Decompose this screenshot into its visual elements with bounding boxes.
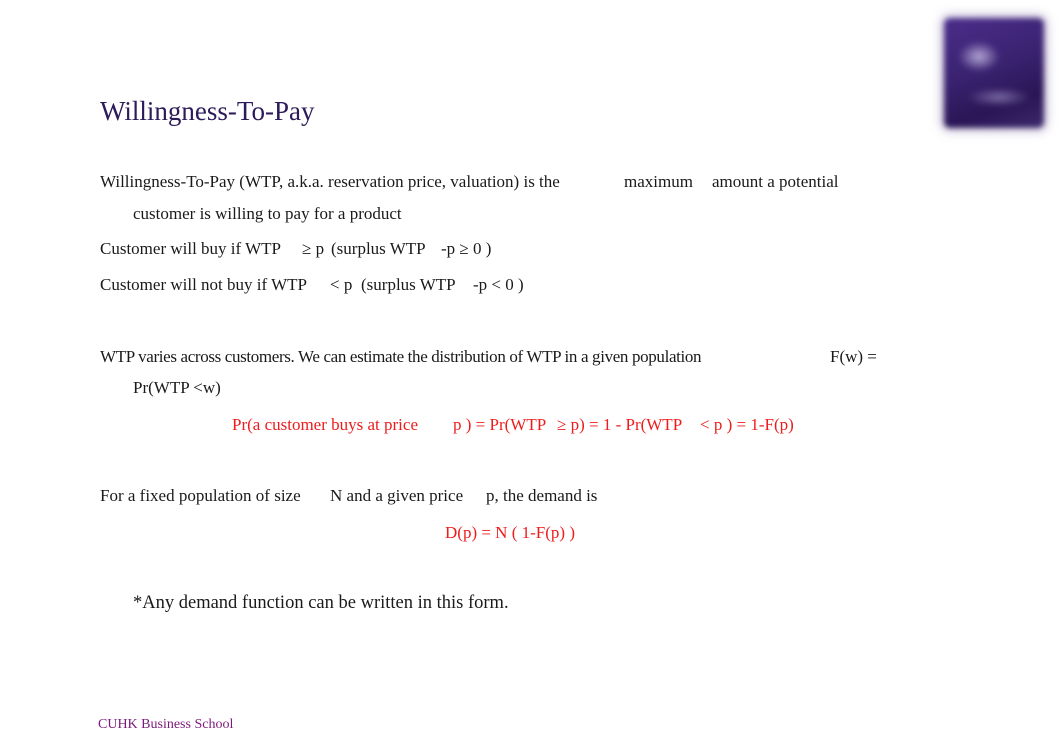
formula1-part-c: ≥ p) = 1 - Pr(WTP bbox=[557, 415, 683, 434]
footer-school-name: CUHK Business School bbox=[98, 717, 234, 732]
buy-surplus-inequality: -p ≥ 0 ) bbox=[441, 239, 492, 258]
slide-title: Willingness-To-Pay bbox=[100, 96, 315, 126]
notbuy-surplus: (surplus WTP bbox=[361, 275, 456, 294]
footnote: *Any demand function can be written in t… bbox=[133, 593, 509, 613]
formula1-part-b: p ) = Pr(WTP bbox=[453, 415, 547, 434]
definition-text-3: customer is willing to pay for a product bbox=[133, 204, 402, 223]
distribution-text: WTP varies across customers. We can esti… bbox=[100, 347, 702, 366]
notbuy-inequality: < p bbox=[330, 275, 353, 294]
demand-text-c: p, the demand is bbox=[486, 486, 598, 505]
formula1-part-d: < p ) = 1-F(p) bbox=[700, 415, 794, 434]
buy-text: Customer will buy if WTP bbox=[100, 239, 282, 258]
demand-text-a: For a fixed population of size bbox=[100, 486, 301, 505]
demand-text-b: N and a given price bbox=[330, 486, 464, 505]
distribution-function: F(w) = bbox=[830, 347, 877, 366]
formula1-part-a: Pr(a customer buys at price bbox=[232, 415, 418, 434]
buy-inequality: ≥ p bbox=[302, 239, 325, 258]
notbuy-surplus-inequality: -p < 0 ) bbox=[473, 275, 524, 294]
demand-formula: D(p) = N ( 1-F(p) ) bbox=[445, 523, 575, 542]
cuhk-logo bbox=[944, 18, 1044, 128]
definition-text-2: amount a potential bbox=[712, 172, 839, 191]
distribution-definition: Pr(WTP <w) bbox=[133, 378, 221, 397]
notbuy-text: Customer will not buy if WTP bbox=[100, 275, 307, 294]
buy-surplus: (surplus WTP bbox=[331, 239, 426, 258]
definition-text-maximum: maximum bbox=[624, 172, 693, 191]
definition-text-1: Willingness-To-Pay (WTP, a.k.a. reservat… bbox=[100, 172, 560, 191]
